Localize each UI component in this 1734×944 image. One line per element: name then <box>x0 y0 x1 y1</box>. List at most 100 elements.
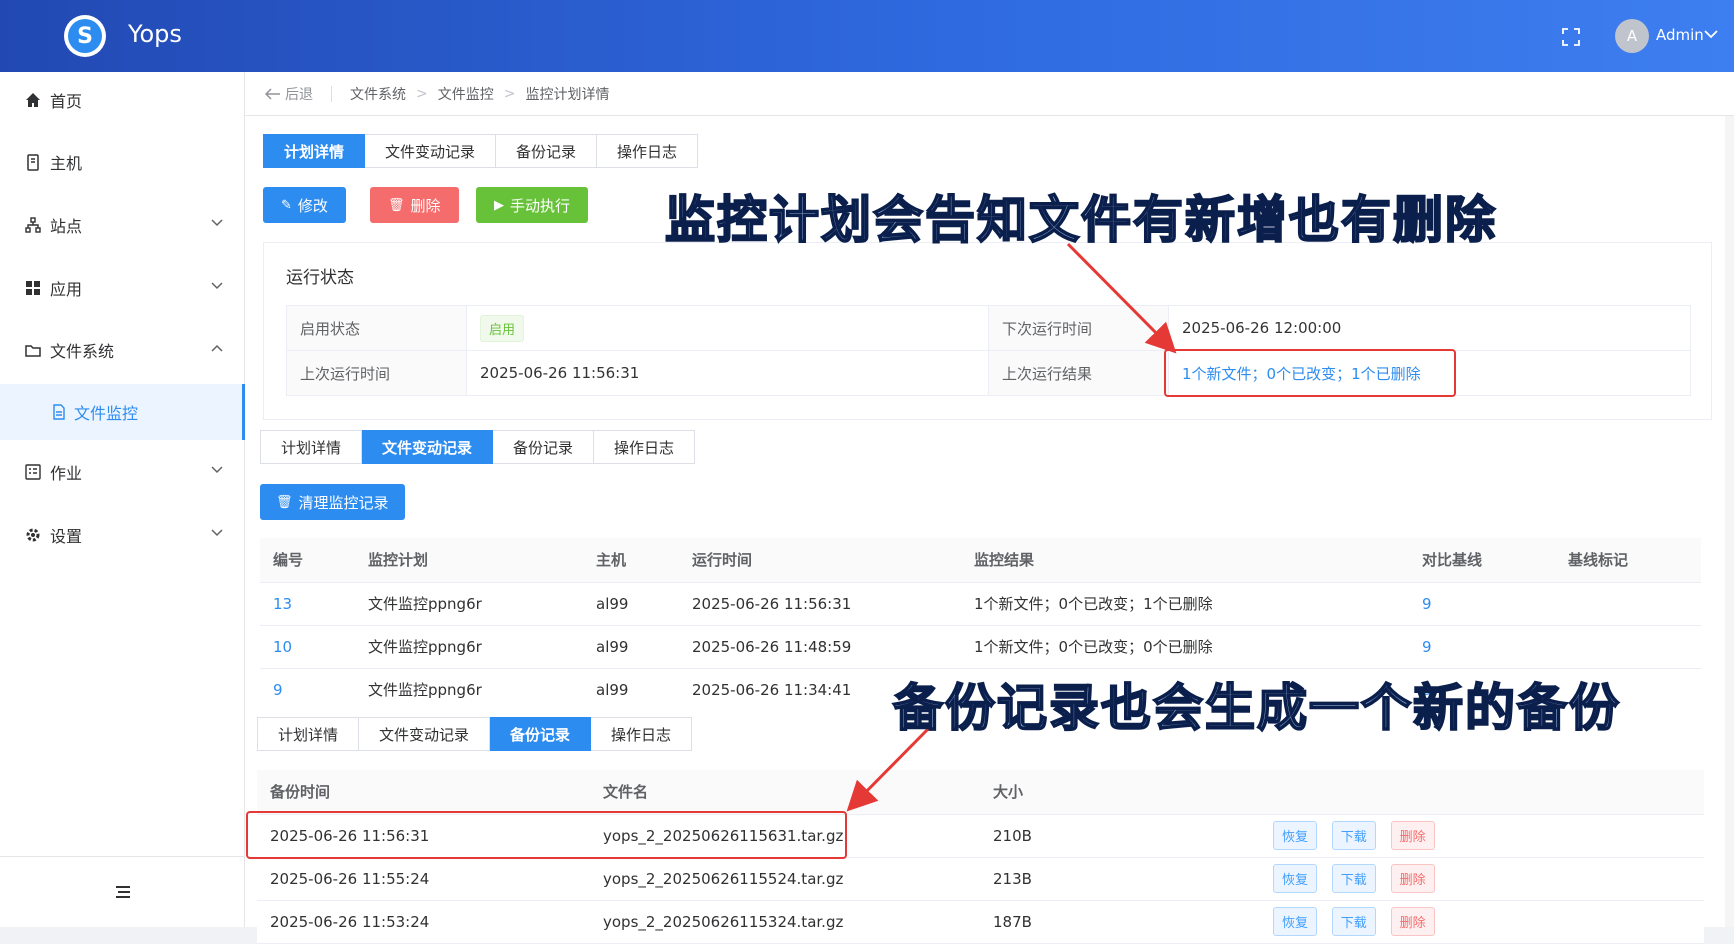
avatar[interactable]: A <box>1615 19 1649 53</box>
breadcrumb-separator: > <box>416 85 428 102</box>
col-header: 对比基线 <box>1409 538 1555 583</box>
delete-backup-button[interactable]: 删除 <box>1390 907 1435 936</box>
run-label: 手动执行 <box>510 196 571 215</box>
sidebar-item-label: 站点 <box>50 217 83 236</box>
breadcrumb-separator: > <box>503 85 516 102</box>
cell: al99 <box>583 625 679 669</box>
apps-icon <box>24 279 42 297</box>
record-id-link[interactable]: 13 <box>260 582 355 626</box>
tab-backups[interactable]: 备份记录 <box>490 717 592 751</box>
sidebar-item-sites[interactable]: 站点 <box>0 197 245 253</box>
delete-button[interactable]: 🗑 删除 <box>370 187 459 223</box>
label-next-run: 下次运行时间 <box>988 305 1169 351</box>
restore-button[interactable]: 恢复 <box>1273 821 1318 850</box>
table-row: 2025-06-26 11:53:24 yops_2_2025062611532… <box>257 900 1704 944</box>
sidebar-item-label: 文件系统 <box>50 342 115 361</box>
delete-backup-button[interactable]: 删除 <box>1390 821 1435 850</box>
menu-fold-icon <box>115 886 130 898</box>
card-title: 运行状态 <box>286 268 354 288</box>
baseline-link[interactable]: 9 <box>1409 625 1555 669</box>
tab-plan-detail[interactable]: 计划详情 <box>257 717 360 751</box>
tab-op-log[interactable]: 操作日志 <box>591 717 693 751</box>
delete-label: 删除 <box>410 196 441 215</box>
label-last-run: 上次运行时间 <box>286 350 467 396</box>
tab-plan-detail[interactable]: 计划详情 <box>263 134 366 168</box>
highlight-box-result <box>1164 349 1456 397</box>
download-button[interactable]: 下载 <box>1331 907 1376 936</box>
breadcrumb: 后退 文件系统 > 文件监控 > 监控计划详情 <box>245 72 1734 116</box>
status-table: 启用状态 启用 下次运行时间 2025-06-26 12:00:00 上次运行时… <box>286 305 1691 396</box>
tab-file-changes[interactable]: 文件变动记录 <box>365 134 497 168</box>
sidebar-item-hosts[interactable]: 主机 <box>0 134 245 190</box>
record-id-link[interactable]: 10 <box>260 625 355 669</box>
chevron-down-icon <box>211 282 223 290</box>
status-badge: 启用 <box>480 314 525 342</box>
delete-backup-button[interactable]: 删除 <box>1390 864 1435 893</box>
user-name[interactable]: Admin <box>1656 26 1704 44</box>
back-button[interactable]: 后退 <box>265 84 313 104</box>
scrollbar[interactable] <box>1725 116 1734 927</box>
restore-button[interactable]: 恢复 <box>1273 907 1318 936</box>
sidebar-collapse-button[interactable] <box>0 856 245 927</box>
tab-plan-detail[interactable]: 计划详情 <box>260 430 363 464</box>
highlight-box-backup <box>246 811 847 859</box>
sidebar-item-home[interactable]: 首页 <box>0 72 245 128</box>
download-button[interactable]: 下载 <box>1331 821 1376 850</box>
tab-backups[interactable]: 备份记录 <box>493 430 595 464</box>
download-button[interactable]: 下载 <box>1331 864 1376 893</box>
restore-button[interactable]: 恢复 <box>1273 864 1318 893</box>
sidebar-item-apps[interactable]: 应用 <box>0 260 245 316</box>
tab-file-changes[interactable]: 文件变动记录 <box>359 717 491 751</box>
cell <box>1555 582 1701 626</box>
home-icon <box>24 91 42 109</box>
sidebar-item-file-monitor[interactable]: 文件监控 <box>0 384 245 440</box>
run-button[interactable]: ▶ 手动执行 <box>476 187 589 223</box>
col-header-actions <box>1260 770 1704 815</box>
sitemap-icon <box>24 216 42 234</box>
chevron-down-icon <box>211 529 223 537</box>
breadcrumb-item[interactable]: 文件监控 <box>438 84 494 104</box>
top-header: S Yops A Admin <box>0 0 1734 72</box>
app-logo[interactable]: S <box>64 15 106 57</box>
cell: 2025-06-26 11:56:31 <box>679 582 961 626</box>
sidebar: 首页 主机 站点 应用 文件系统 文件监控 作业 设置 <box>0 72 245 927</box>
tab-op-log[interactable]: 操作日志 <box>597 134 699 168</box>
baseline-link[interactable]: 9 <box>1409 582 1555 626</box>
fullscreen-icon[interactable] <box>1562 28 1580 46</box>
tab-backups[interactable]: 备份记录 <box>496 134 598 168</box>
task-icon <box>24 463 42 481</box>
tab-op-log[interactable]: 操作日志 <box>594 430 696 464</box>
server-icon <box>24 153 42 171</box>
table-row: 13 文件监控ppng6r al99 2025-06-26 11:56:31 1… <box>260 582 1701 626</box>
sidebar-item-filesystem[interactable]: 文件系统 <box>0 322 245 378</box>
play-icon: ▶ <box>494 197 504 213</box>
detail-tabs: 计划详情 文件变动记录 备份记录 操作日志 <box>263 134 699 168</box>
back-label: 后退 <box>285 86 313 103</box>
cell: 1个新文件；0个已改变；0个已删除 <box>961 625 1409 669</box>
logo-glyph: S <box>68 19 102 53</box>
edit-button[interactable]: ✎ 修改 <box>263 187 346 223</box>
col-header: 备份时间 <box>257 770 590 815</box>
annotation-top: 监控计划会告知文件有新增也有删除 <box>664 189 1497 250</box>
sidebar-item-settings[interactable]: 设置 <box>0 507 245 563</box>
tab-file-changes[interactable]: 文件变动记录 <box>362 430 494 464</box>
sidebar-item-label: 首页 <box>50 92 83 111</box>
cell: 2025-06-26 11:48:59 <box>679 625 961 669</box>
folder-icon <box>24 341 42 359</box>
sidebar-item-jobs[interactable]: 作业 <box>0 444 245 500</box>
sidebar-item-label: 应用 <box>50 280 83 299</box>
changes-tabs: 计划详情 文件变动记录 备份记录 操作日志 <box>260 430 696 464</box>
chevron-down-icon[interactable] <box>1704 29 1718 39</box>
value-next-run: 2025-06-26 12:00:00 <box>1168 305 1691 351</box>
sidebar-item-label: 主机 <box>50 154 83 173</box>
value-last-run: 2025-06-26 11:56:31 <box>466 350 989 396</box>
col-header: 监控结果 <box>961 538 1409 583</box>
divider <box>331 85 332 102</box>
cell: 213B <box>980 857 1260 901</box>
cell: 210B <box>980 814 1260 858</box>
app-title: Yops <box>128 20 182 48</box>
clear-records-button[interactable]: 🗑 清理监控记录 <box>260 484 405 520</box>
breadcrumb-item[interactable]: 文件系统 <box>350 84 406 104</box>
chevron-down-icon <box>211 219 223 227</box>
col-header: 运行时间 <box>679 538 961 583</box>
